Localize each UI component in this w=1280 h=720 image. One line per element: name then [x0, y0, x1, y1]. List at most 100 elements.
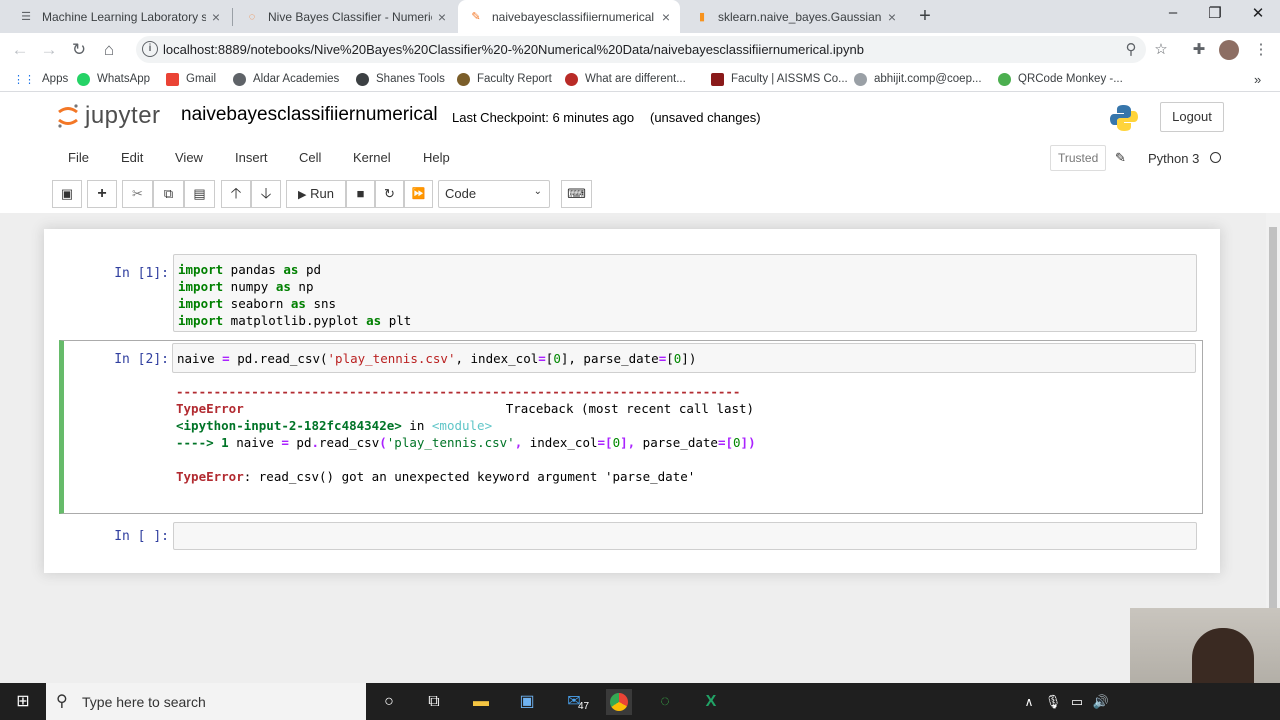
copy-icon[interactable]: ⧉ [153, 180, 184, 208]
bookmark-label: abhijit.comp@coep... [874, 73, 982, 85]
python-logo-icon [1110, 105, 1138, 131]
bookmark-qrcode[interactable]: QRCode Monkey -... [998, 70, 1123, 88]
menu-cell[interactable]: Cell [299, 150, 321, 165]
menu-edit[interactable]: Edit [121, 150, 143, 165]
browser-tab[interactable]: ▮ sklearn.naive_bayes.GaussianNB × [684, 0, 906, 33]
minimize-button[interactable]: – [1158, 4, 1188, 26]
back-arrow-icon[interactable]: ← [9, 39, 31, 61]
chrome-icon[interactable] [606, 689, 632, 715]
info-icon[interactable]: i [142, 41, 158, 57]
code-cell-selected[interactable]: In [2]: naive = pd.read_csv('play_tennis… [59, 340, 1203, 514]
tab-divider [232, 8, 233, 26]
kernel-name[interactable]: Python 3 [1148, 151, 1199, 166]
windows-start-icon[interactable]: ⊞ [10, 689, 36, 715]
pencil-icon[interactable]: ✎ [1115, 150, 1126, 166]
menu-insert[interactable]: Insert [235, 150, 268, 165]
bookmark-quora[interactable]: What are different... [565, 70, 686, 88]
close-icon[interactable]: × [438, 9, 446, 25]
code-editor[interactable]: naive = pd.read_csv('play_tennis.csv', i… [172, 343, 1196, 373]
new-tab-button[interactable]: + [914, 5, 936, 27]
insert-cell-icon[interactable]: + [87, 180, 117, 208]
cell-type-value: Code [445, 186, 477, 201]
notebook-toolbar: ▣ + ✂ ⧉ ▤ 🡡 🡣 ▶ Run ■ ↻ ⏩ Code ⌄ ⌨ [0, 175, 1270, 213]
trusted-indicator[interactable]: Trusted [1050, 145, 1107, 171]
code-cell[interactable]: In [ ]: [59, 519, 1203, 555]
anaconda-icon[interactable]: ◌ [652, 689, 678, 715]
code-cell[interactable]: In [1]: import pandas as pd import numpy… [59, 251, 1203, 333]
cell-type-select[interactable]: Code ⌄ [438, 180, 550, 208]
stop-icon[interactable]: ■ [346, 180, 375, 208]
tab-title: sklearn.naive_bayes.GaussianNB [718, 9, 882, 24]
zoom-icon[interactable]: ⚲ [1120, 39, 1142, 61]
close-icon[interactable]: × [212, 9, 220, 25]
input-prompt: In [1]: [114, 266, 169, 281]
bookmark-abhijit[interactable]: abhijit.comp@coep... [854, 70, 982, 88]
profile-avatar[interactable] [1218, 39, 1240, 61]
scrollbar-thumb[interactable] [1269, 227, 1277, 667]
code-editor[interactable]: import pandas as pd import numpy as np i… [173, 254, 1197, 332]
cortana-icon[interactable]: ○ [376, 689, 402, 715]
window-close-button[interactable]: ✕ [1243, 4, 1273, 26]
extensions-puzzle-icon[interactable]: ✚ [1188, 39, 1210, 61]
microphone-icon[interactable]: 🎙 [1040, 689, 1066, 715]
chevron-down-icon: ⌄ [533, 186, 542, 197]
browser-tab[interactable]: ☰ Machine Learning Laboratory sy × [8, 0, 230, 33]
bookmark-label: Faculty Report [477, 73, 552, 85]
run-button[interactable]: ▶ Run [286, 180, 346, 208]
jupyter-wordmark: jupyter [85, 102, 161, 129]
cut-icon[interactable]: ✂ [122, 180, 153, 208]
bookmark-shanes-tools[interactable]: Shanes Tools [356, 70, 445, 88]
error-code-line: ----> 1 naive = pd.read_csv('play_tennis… [176, 435, 756, 450]
bookmark-whatsapp[interactable]: WhatsApp [77, 70, 150, 88]
forward-arrow-icon[interactable]: → [38, 39, 60, 61]
move-down-icon[interactable]: 🡣 [251, 180, 281, 208]
task-view-icon[interactable]: ⧉ [421, 689, 447, 715]
menu-help[interactable]: Help [423, 150, 450, 165]
bookmark-apps[interactable]: ⋮⋮ Apps [13, 70, 68, 88]
bookmark-faculty-aissms[interactable]: Faculty | AISSMS Co... [711, 70, 848, 88]
speaker-icon[interactable]: 🔊 [1088, 689, 1114, 715]
reload-icon[interactable]: ↻ [68, 39, 90, 61]
bookmark-star-icon[interactable]: ☆ [1150, 39, 1172, 61]
bookmark-gmail[interactable]: Gmail [166, 70, 216, 88]
error-output: ----------------------------------------… [176, 383, 1196, 493]
browser-tab-active[interactable]: ✎ naivebayesclassifiiernumerical - × [458, 0, 680, 33]
network-icon[interactable]: ▭ [1064, 689, 1090, 715]
move-up-icon[interactable]: 🡡 [221, 180, 251, 208]
bookmark-faculty-report[interactable]: Faculty Report [457, 70, 552, 88]
bookmark-aldar[interactable]: Aldar Academies [233, 70, 339, 88]
browser-tab[interactable]: ◌ Nive Bayes Classifier - Numerica × [234, 0, 456, 33]
code-editor[interactable] [173, 522, 1197, 550]
notebook-name[interactable]: naivebayesclassifiiernumerical [181, 104, 438, 126]
close-icon[interactable]: × [662, 9, 670, 25]
paste-icon[interactable]: ▤ [184, 180, 215, 208]
store-icon[interactable]: ▣ [514, 689, 540, 715]
url-text: localhost:8889/notebooks/Nive%20Bayes%20… [163, 42, 864, 57]
more-menu-icon[interactable]: ⋮ [1250, 39, 1272, 61]
search-icon: ⚲ [56, 693, 68, 710]
restart-icon[interactable]: ↻ [375, 180, 404, 208]
jupyter-menubar: File Edit View Insert Cell Kernel Help T… [0, 141, 1270, 175]
menu-file[interactable]: File [68, 150, 89, 165]
logout-button[interactable]: Logout [1160, 102, 1224, 132]
close-icon[interactable]: × [888, 9, 896, 25]
bookmark-label: Apps [42, 73, 69, 85]
more-bookmarks-icon[interactable]: » [1254, 70, 1261, 88]
menu-view[interactable]: View [175, 150, 203, 165]
tab-title: naivebayesclassifiiernumerical - [492, 9, 656, 24]
address-bar[interactable]: i localhost:8889/notebooks/Nive%20Bayes%… [136, 36, 1146, 63]
file-explorer-icon[interactable]: ▬ [468, 689, 494, 715]
home-icon[interactable]: ⌂ [98, 39, 120, 61]
tray-chevron-icon[interactable]: ∧ [1016, 689, 1042, 715]
keyboard-icon[interactable]: ⌨ [561, 180, 592, 208]
gear-icon [854, 72, 867, 86]
fast-forward-icon[interactable]: ⏩ [404, 180, 433, 208]
excel-icon[interactable]: X [698, 689, 724, 715]
menu-kernel[interactable]: Kernel [353, 150, 391, 165]
jupyter-logo[interactable]: jupyter [57, 102, 161, 130]
globe-icon [356, 72, 369, 86]
bookmark-label: Gmail [186, 73, 217, 85]
taskbar-search[interactable]: ⚲ Type here to search [46, 683, 366, 720]
restore-button[interactable]: ❐ [1200, 4, 1230, 26]
save-icon[interactable]: ▣ [52, 180, 82, 208]
